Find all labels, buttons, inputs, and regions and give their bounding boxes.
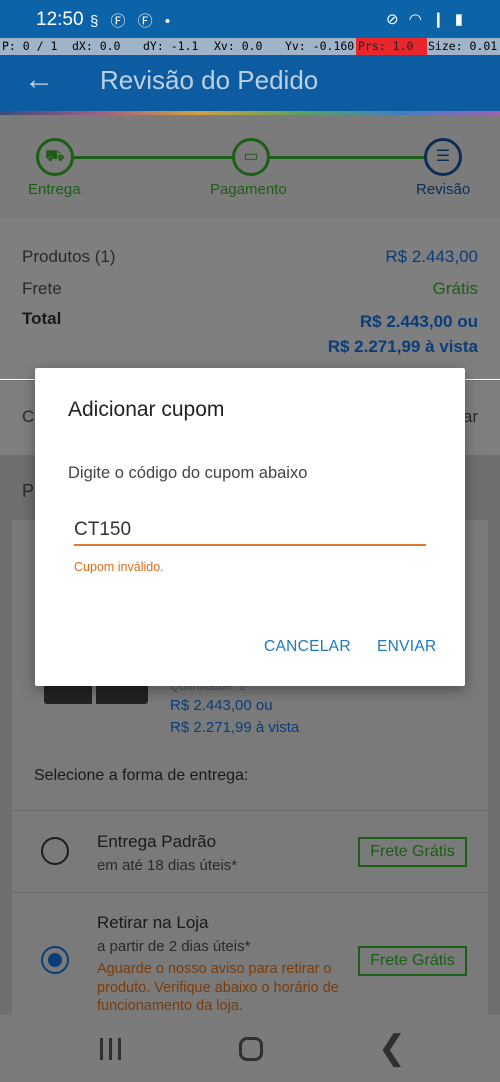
free-shipping-badge: Frete Grátis — [358, 946, 467, 976]
send-button[interactable]: ENVIAR — [377, 638, 437, 656]
pointer-debug-overlay: P: 0 / 1 dX: 0.0 dY: -1.1 Xv: 0.0 Yv: -0… — [0, 38, 500, 55]
arrow-left-icon[interactable]: ← — [24, 63, 54, 97]
coupon-code-input[interactable] — [74, 516, 426, 546]
step-label-pagamento: Pagamento — [210, 181, 287, 198]
debug-xv: Xv: 0.0 — [214, 39, 263, 53]
checkout-stepper: ⛟ ▭ ☰ Entrega Pagamento Revisão — [0, 115, 500, 217]
page-title: Revisão do Pedido — [100, 65, 319, 95]
stepper-line — [74, 156, 232, 159]
free-shipping-badge: Frete Grátis — [358, 837, 467, 867]
system-nav-bar: ❮ — [0, 1015, 500, 1082]
coupon-row-label: C — [22, 407, 35, 426]
status-time: 12:50 — [36, 9, 84, 30]
total-value-installments: R$ 2.443,00 ou — [359, 312, 478, 331]
option-title-retirar-na-loja: Retirar na Loja — [97, 913, 209, 932]
recent-apps-icon[interactable] — [70, 1015, 150, 1082]
products-value: R$ 2.443,00 — [385, 247, 478, 266]
debug-dy: dY: -1.1 — [143, 39, 199, 53]
app-bar: ← Revisão do Pedido — [0, 55, 500, 113]
cancel-button[interactable]: CANCELAR — [264, 638, 351, 656]
debug-size: Size: 0.01 — [428, 39, 498, 53]
option-subtitle-entrega-padrao: em até 18 dias úteis* — [97, 857, 238, 874]
product-price-cash: R$ 2.271,99 à vista — [170, 719, 300, 736]
divider — [12, 892, 488, 893]
total-value-cash: R$ 2.271,99 à vista — [327, 337, 478, 356]
home-icon[interactable] — [211, 1015, 291, 1082]
total-value: R$ 2.443,00 ou R$ 2.271,99 à vista — [328, 309, 478, 359]
status-bar: 12:50 § Ⓕ Ⓕ • ⊘ ◠ ❙ ▮ — [0, 0, 500, 38]
stepper-line — [270, 156, 424, 159]
dialog-message: Digite o código do cupom abaixo — [68, 464, 308, 482]
option-title-entrega-padrao: Entrega Padrão — [97, 832, 217, 851]
back-icon[interactable]: ❮ — [352, 1015, 432, 1082]
order-summary: Produtos (1) R$ 2.443,00 Frete Grátis To… — [0, 217, 500, 379]
radio-retirar-na-loja[interactable] — [41, 946, 69, 974]
radio-entrega-padrao[interactable] — [41, 837, 69, 865]
divider — [12, 810, 488, 811]
add-coupon-dialog: Adicionar cupom Digite o código do cupom… — [35, 368, 465, 686]
truck-icon[interactable]: ⛟ — [36, 138, 74, 176]
product-price-installments: R$ 2.443,00 ou — [170, 697, 273, 714]
step-label-revisao: Revisão — [416, 181, 471, 198]
debug-yv: Yv: -0.160 — [285, 39, 355, 53]
delivery-title: Selecione a forma de entrega: — [34, 767, 249, 784]
total-label: Total — [22, 309, 62, 328]
debug-dx: dX: 0.0 — [72, 39, 121, 53]
coupon-error-message: Cupom inválido. — [74, 560, 164, 574]
pickup-warning: Aguarde o nosso aviso para retirar o pro… — [97, 961, 339, 1014]
coupon-row-action[interactable]: ar — [463, 407, 478, 427]
freight-value: Grátis — [432, 279, 478, 298]
notification-icons: § Ⓕ Ⓕ • — [90, 13, 175, 30]
step-label-entrega: Entrega — [28, 181, 81, 198]
freight-label: Frete — [22, 279, 62, 298]
list-icon[interactable]: ☰ — [424, 138, 462, 176]
system-status-icons: ⊘ ◠ ❙ ▮ — [386, 11, 466, 28]
products-heading: P — [22, 481, 35, 501]
products-label: Produtos (1) — [22, 247, 116, 266]
dialog-title: Adicionar cupom — [68, 398, 225, 421]
debug-pressure: Prs: 1.0 — [356, 38, 427, 55]
card-icon[interactable]: ▭ — [232, 138, 270, 176]
debug-pointer-count: P: 0 / 1 — [2, 39, 58, 53]
option-subtitle-retirar-na-loja: a partir de 2 dias úteis* — [97, 938, 251, 955]
